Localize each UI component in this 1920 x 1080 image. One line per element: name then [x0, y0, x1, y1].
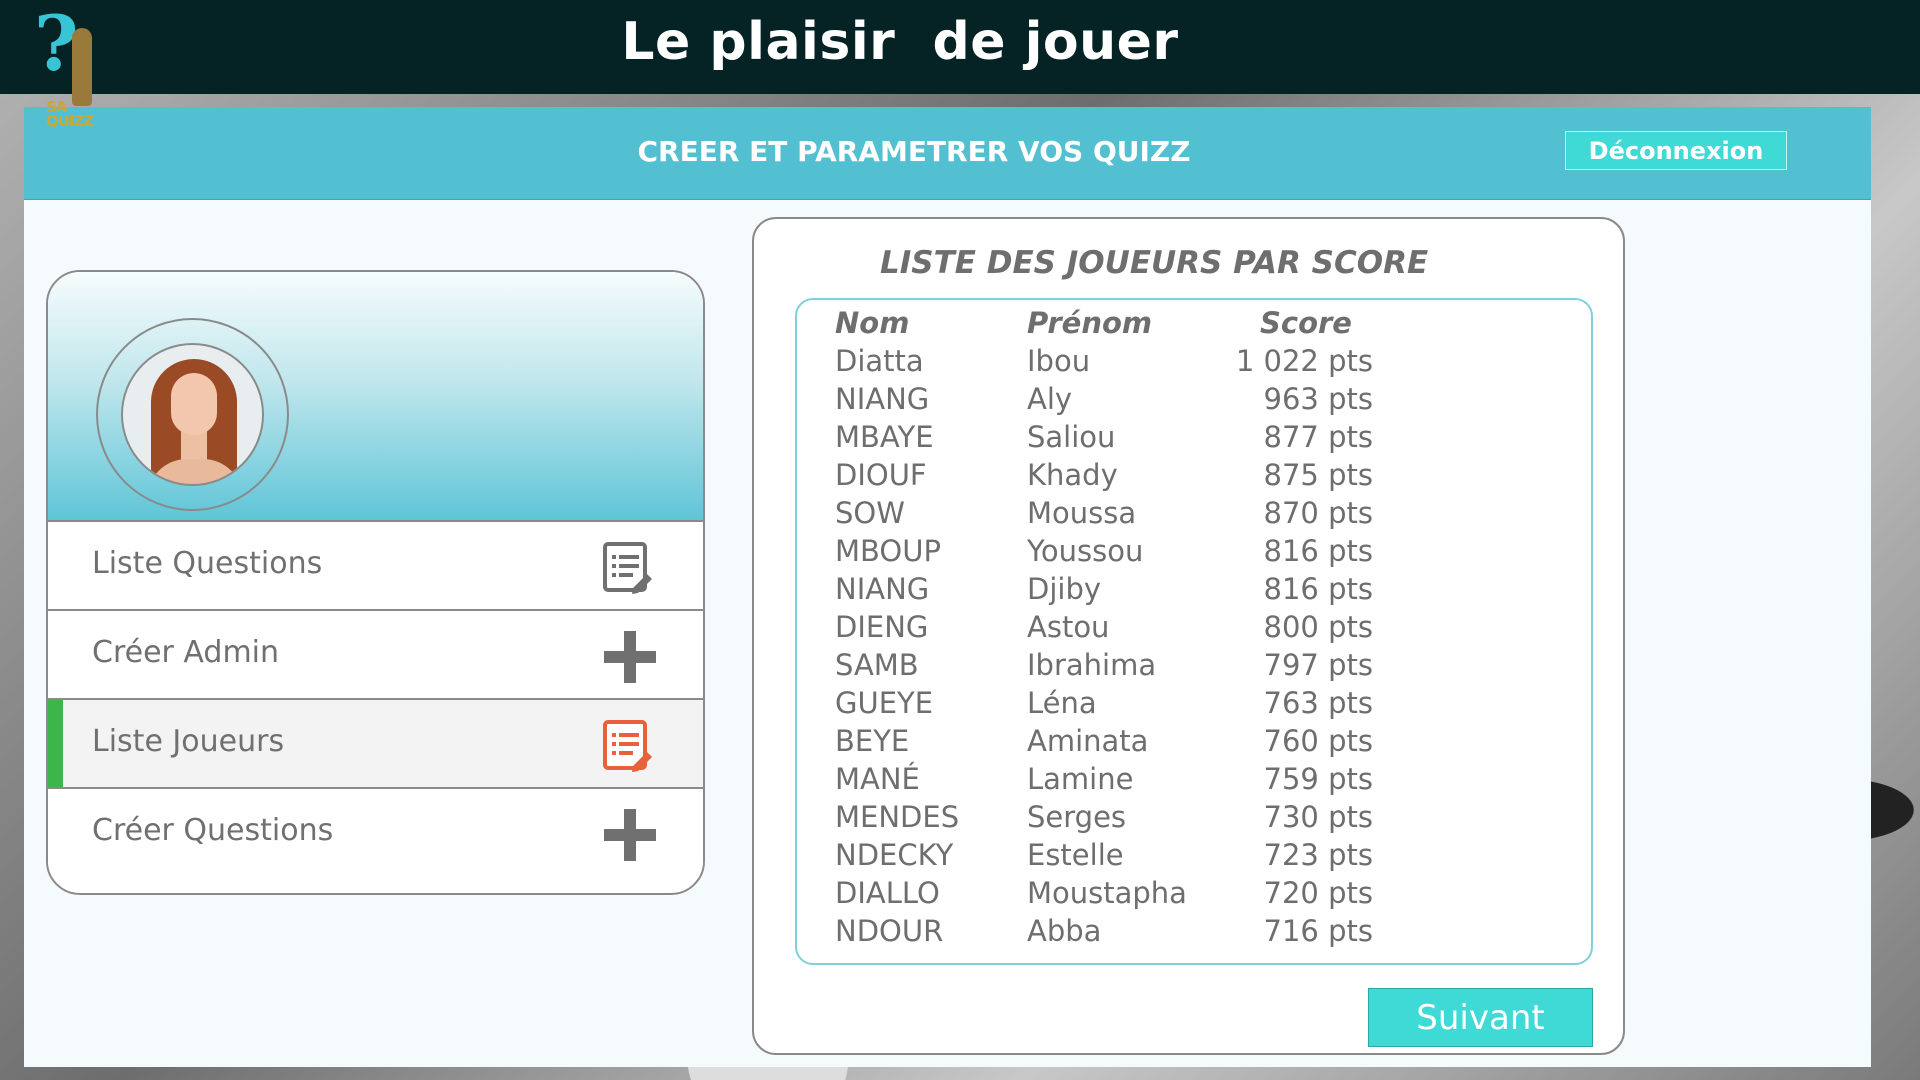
menu-item-creer-questions[interactable]: Créer Questions	[48, 789, 703, 878]
cell-prenom: Saliou	[1027, 420, 1116, 454]
menu-item-liste-questions[interactable]: Liste Questions	[48, 522, 703, 611]
table-row: MBOUP Youssou 816 pts	[797, 534, 1591, 572]
cell-nom: NIANG	[835, 572, 930, 606]
cell-prenom: Serges	[1027, 800, 1127, 834]
cell-nom: SAMB	[835, 648, 919, 682]
next-button[interactable]: Suivant	[1368, 988, 1593, 1047]
cell-score: 816 pts	[1263, 572, 1373, 606]
cell-prenom: Estelle	[1027, 838, 1124, 872]
cell-prenom: Aminata	[1027, 724, 1149, 758]
cell-nom: MANÉ	[835, 762, 920, 796]
cell-score: 723 pts	[1263, 838, 1373, 872]
cell-prenom: Moussa	[1027, 496, 1137, 530]
menu-item-liste-joueurs[interactable]: Liste Joueurs	[48, 700, 703, 789]
cell-score: 759 pts	[1263, 762, 1373, 796]
cell-prenom: Ibrahima	[1027, 648, 1157, 682]
cell-nom: NDECKY	[835, 838, 954, 872]
logout-button[interactable]: Déconnexion	[1565, 131, 1787, 170]
app-title: Le plaisir de jouer	[621, 12, 1179, 72]
cell-score: 875 pts	[1263, 458, 1373, 492]
menu-item-label: Créer Questions	[92, 813, 334, 848]
cell-prenom: Lamine	[1027, 762, 1134, 796]
cell-prenom: Abba	[1027, 914, 1102, 948]
cell-prenom: Ibou	[1027, 344, 1091, 378]
cell-nom: DIENG	[835, 610, 929, 644]
column-header-prenom: Prénom	[1027, 306, 1153, 340]
active-indicator	[48, 700, 63, 787]
plus-icon	[604, 631, 656, 683]
cell-prenom: Moustapha	[1027, 876, 1187, 910]
cell-nom: GUEYE	[835, 686, 934, 720]
cell-prenom: Djiby	[1027, 572, 1102, 606]
cell-score: 816 pts	[1263, 534, 1373, 568]
cell-nom: NDOUR	[835, 914, 944, 948]
score-panel: LISTE DES JOUEURS PAR SCORE Nom Prénom S…	[752, 217, 1625, 1055]
plus-icon	[604, 809, 656, 861]
menu-item-label: Liste Joueurs	[92, 724, 285, 759]
table-row: GUEYE Léna 763 pts	[797, 686, 1591, 724]
cell-score: 730 pts	[1263, 800, 1373, 834]
main-window: CREER ET PARAMETRER VOS QUIZZ Déconnexio…	[24, 107, 1871, 1067]
cell-score: 870 pts	[1263, 496, 1373, 530]
menu-item-label: Liste Questions	[92, 546, 323, 581]
table-row: MANÉ Lamine 759 pts	[797, 762, 1591, 800]
cell-prenom: Léna	[1027, 686, 1097, 720]
menu-item-label: Créer Admin	[92, 635, 280, 670]
table-row: SAMB Ibrahima 797 pts	[797, 648, 1591, 686]
cell-prenom: Aly	[1027, 382, 1073, 416]
menu-item-creer-admin[interactable]: Créer Admin	[48, 611, 703, 700]
avatar	[121, 343, 264, 486]
cell-nom: MBOUP	[835, 534, 941, 568]
cell-score: 800 pts	[1263, 610, 1373, 644]
page-subtitle: CREER ET PARAMETRER VOS QUIZZ	[637, 135, 1191, 168]
table-row: MBAYE Saliou 877 pts	[797, 420, 1591, 458]
score-list-title: LISTE DES JOUEURS PAR SCORE	[880, 245, 1429, 281]
cell-prenom: Youssou	[1027, 534, 1144, 568]
cell-nom: Diatta	[835, 344, 924, 378]
cell-score: 1 022 pts	[1235, 344, 1373, 378]
logo-text: SA QUIZZ	[46, 98, 94, 130]
app-logo: ? SA QUIZZ	[34, 6, 110, 130]
sidebar-menu: Liste Questions Créer Admin Liste Joueur…	[46, 270, 705, 895]
table-row: MENDES Serges 730 pts	[797, 800, 1591, 838]
cell-score: 716 pts	[1263, 914, 1373, 948]
cell-score: 877 pts	[1263, 420, 1373, 454]
table-row: NDECKY Estelle 723 pts	[797, 838, 1591, 876]
column-header-nom: Nom	[835, 306, 910, 340]
cell-prenom: Khady	[1027, 458, 1118, 492]
profile-header	[48, 272, 703, 522]
cell-nom: MBAYE	[835, 420, 934, 454]
table-row: NIANG Djiby 816 pts	[797, 572, 1591, 610]
table-row: BEYE Aminata 760 pts	[797, 724, 1591, 762]
table-row: DIALLO Moustapha 720 pts	[797, 876, 1591, 914]
cell-nom: BEYE	[835, 724, 910, 758]
cell-score: 797 pts	[1263, 648, 1373, 682]
cell-score: 720 pts	[1263, 876, 1373, 910]
cell-score: 763 pts	[1263, 686, 1373, 720]
table-row: DIENG Astou 800 pts	[797, 610, 1591, 648]
cell-nom: MENDES	[835, 800, 960, 834]
cell-score: 760 pts	[1263, 724, 1373, 758]
cell-prenom: Astou	[1027, 610, 1110, 644]
cell-nom: NIANG	[835, 382, 930, 416]
players-table: Nom Prénom Score Diatta Ibou 1 022 pts N…	[795, 298, 1593, 965]
table-row: Diatta Ibou 1 022 pts	[797, 344, 1591, 382]
table-row: NIANG Aly 963 pts	[797, 382, 1591, 420]
top-bar: Le plaisir de jouer	[0, 0, 1920, 94]
cell-nom: SOW	[835, 496, 905, 530]
cell-nom: DIOUF	[835, 458, 927, 492]
column-header-score: Score	[1260, 306, 1352, 340]
figure-icon	[72, 28, 92, 106]
cell-nom: DIALLO	[835, 876, 940, 910]
cell-score: 963 pts	[1263, 382, 1373, 416]
subheader: CREER ET PARAMETRER VOS QUIZZ Déconnexio…	[24, 107, 1871, 200]
table-row: SOW Moussa 870 pts	[797, 496, 1591, 534]
table-row: DIOUF Khady 875 pts	[797, 458, 1591, 496]
list-edit-icon	[603, 542, 652, 594]
table-row: NDOUR Abba 716 pts	[797, 914, 1591, 952]
list-edit-icon	[603, 720, 652, 772]
